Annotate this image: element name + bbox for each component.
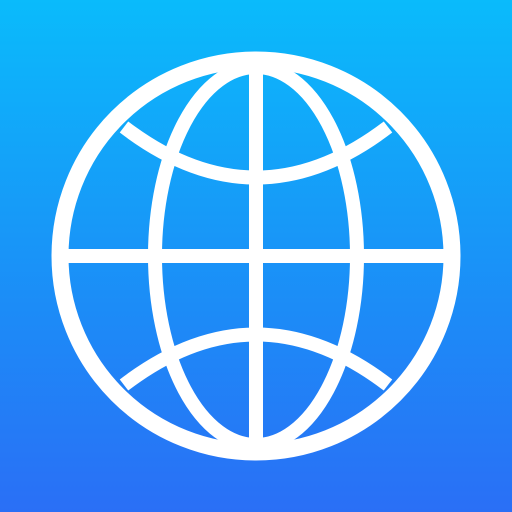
app-icon xyxy=(0,0,512,512)
globe-icon xyxy=(51,51,461,461)
